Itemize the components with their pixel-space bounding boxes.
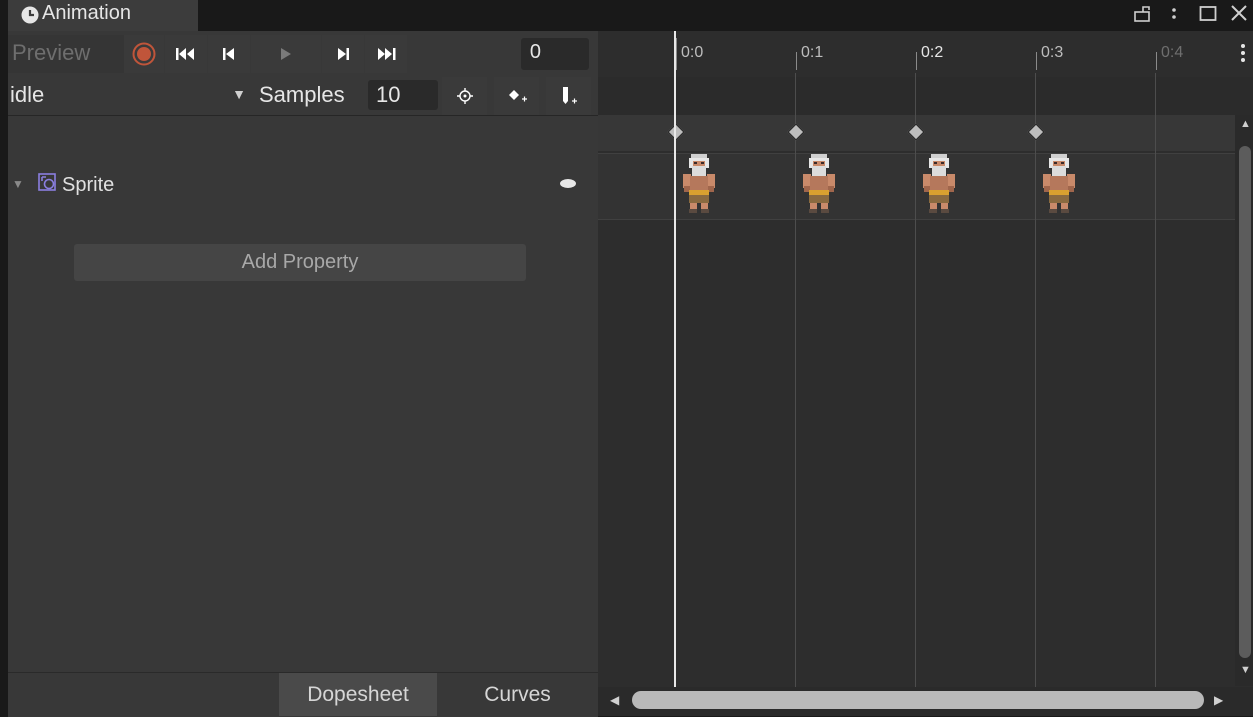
first-keyframe-button[interactable] — [165, 35, 207, 73]
frame-line — [915, 73, 916, 687]
ruler-tick — [676, 38, 677, 70]
property-options-dot[interactable] — [560, 179, 576, 188]
frame-line — [795, 73, 796, 687]
chevron-down-icon: ▼ — [232, 86, 246, 102]
scroll-right-arrow-icon[interactable]: ▶ — [1214, 693, 1223, 707]
ruler-label: 0:0 — [681, 44, 704, 61]
samples-label: Samples — [259, 82, 345, 107]
sprite-keyframe-thumbnail[interactable] — [919, 152, 959, 216]
ruler-tick — [1156, 52, 1157, 70]
more-menu-icon[interactable] — [1170, 4, 1178, 22]
samples-value: 10 — [376, 82, 401, 107]
current-frame-value: 0 — [529, 41, 541, 63]
ruler-tick — [1036, 52, 1037, 70]
ruler-label: 0:1 — [801, 44, 824, 61]
tab-curves[interactable]: Curves — [437, 673, 598, 716]
close-icon[interactable] — [1230, 4, 1248, 22]
tab-title: Animation — [42, 2, 131, 24]
property-label-sprite: Sprite — [62, 174, 115, 196]
add-keyframe-button[interactable] — [494, 77, 539, 115]
sprite-keyframe-thumbnail[interactable] — [799, 152, 839, 216]
scroll-left-arrow-icon[interactable]: ◀ — [610, 693, 619, 707]
animation-clock-icon — [21, 6, 39, 24]
last-keyframe-icon — [378, 48, 396, 60]
play-icon — [281, 48, 291, 60]
first-keyframe-icon — [176, 48, 194, 60]
scroll-up-arrow-icon[interactable]: ▲ — [1240, 118, 1251, 130]
maximize-icon[interactable] — [1199, 4, 1217, 22]
ruler-label: 0:3 — [1041, 44, 1064, 61]
ruler-tick — [916, 52, 917, 70]
ruler-label: 0:4 — [1161, 44, 1184, 61]
vertical-scrollbar-thumb[interactable] — [1239, 146, 1251, 658]
sprite-renderer-icon — [38, 173, 56, 191]
clip-selector[interactable]: idle ▼ — [8, 77, 254, 115]
expand-triangle-icon[interactable]: ▼ — [12, 177, 24, 191]
add-property-label: Add Property — [241, 251, 359, 273]
playhead[interactable] — [674, 31, 676, 687]
property-panel — [8, 31, 598, 716]
add-event-button[interactable] — [546, 77, 591, 115]
record-icon — [132, 42, 156, 66]
next-keyframe-button[interactable] — [322, 35, 364, 73]
animation-tab[interactable]: Animation — [8, 0, 198, 31]
clip-name: idle — [10, 82, 45, 107]
sprite-keyframe-thumbnail[interactable] — [1039, 152, 1079, 216]
ruler-label: 0:2 — [921, 44, 944, 61]
record-button[interactable] — [124, 35, 164, 73]
play-button[interactable] — [251, 35, 321, 73]
preview-button[interactable]: Preview — [8, 35, 124, 73]
frame-line — [1035, 73, 1036, 687]
current-frame-field[interactable]: 0 — [521, 38, 589, 70]
add-property-button[interactable]: Add Property — [74, 244, 526, 281]
tab-dopesheet-label: Dopesheet — [307, 683, 409, 706]
horizontal-scrollbar-thumb[interactable] — [632, 691, 1204, 709]
previous-keyframe-button[interactable] — [208, 35, 250, 73]
scroll-down-arrow-icon[interactable]: ▼ — [1240, 664, 1251, 676]
divider — [8, 115, 598, 116]
tab-dopesheet[interactable]: Dopesheet — [279, 673, 437, 716]
samples-field[interactable]: 10 — [368, 80, 438, 110]
frame-line — [1155, 73, 1156, 687]
filter-by-selection-button[interactable] — [442, 77, 487, 115]
filter-by-selection-icon — [456, 88, 473, 104]
previous-keyframe-icon — [223, 48, 234, 60]
next-keyframe-icon — [338, 48, 349, 60]
sprite-keyframe-thumbnail[interactable] — [679, 152, 719, 216]
timeline-menu-icon[interactable] — [1239, 42, 1247, 64]
add-event-icon — [562, 87, 577, 104]
add-keyframe-icon — [508, 90, 527, 102]
last-keyframe-button[interactable] — [365, 35, 407, 73]
lock-icon[interactable] — [1133, 4, 1151, 22]
ruler-tick — [796, 52, 797, 70]
preview-label: Preview — [12, 40, 91, 65]
tab-curves-label: Curves — [484, 683, 551, 706]
